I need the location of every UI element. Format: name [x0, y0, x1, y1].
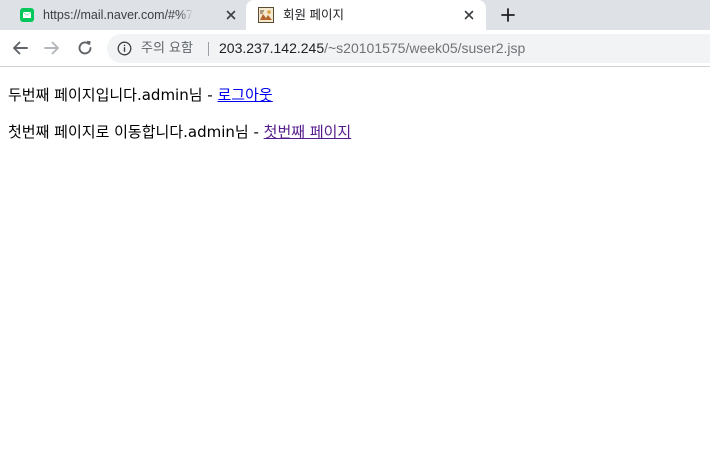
url-host: 203.237.142.245	[219, 40, 325, 56]
tab-strip: https://mail.naver.com/#%7B"fC 회원 페이지	[0, 0, 710, 30]
logout-link[interactable]: 로그아웃	[218, 86, 273, 104]
back-arrow-icon[interactable]	[11, 39, 29, 57]
close-tab-icon[interactable]	[224, 8, 238, 22]
navigation-text: 첫번째 페이지로 이동합니다.admin님 -	[8, 123, 264, 141]
security-label[interactable]: 주의 요함	[141, 40, 193, 57]
divider	[208, 42, 209, 56]
close-tab-icon[interactable]	[462, 8, 476, 22]
welcome-line: 두번째 페이지입니다.admin님 - 로그아웃	[8, 85, 273, 105]
address-bar[interactable]: 주의 요함 203.237.142.245/~s20101575/week05/…	[107, 34, 710, 63]
naver-mail-icon	[20, 8, 34, 22]
navigation-line: 첫번째 페이지로 이동합니다.admin님 - 첫번째 페이지	[8, 122, 351, 142]
url-text[interactable]: 203.237.142.245/~s20101575/week05/suser2…	[219, 40, 525, 57]
reload-icon[interactable]	[76, 39, 94, 57]
browser-toolbar: 주의 요함 203.237.142.245/~s20101575/week05/…	[0, 30, 710, 67]
tab-naver-mail[interactable]: https://mail.naver.com/#%7B"fC	[0, 0, 246, 30]
forward-arrow-icon[interactable]	[43, 39, 61, 57]
page-thumbnail-icon	[258, 7, 274, 23]
welcome-text: 두번째 페이지입니다.admin님 -	[8, 86, 218, 104]
new-tab-icon[interactable]	[499, 6, 517, 24]
first-page-link[interactable]: 첫번째 페이지	[264, 123, 352, 141]
url-path: /~s20101575/week05/suser2.jsp	[324, 40, 526, 56]
tab-title: 회원 페이지	[283, 8, 344, 22]
info-icon[interactable]	[117, 41, 132, 56]
tab-member-page[interactable]: 회원 페이지	[246, 0, 486, 30]
tab-title: https://mail.naver.com/#%7B"fC	[43, 7, 193, 23]
